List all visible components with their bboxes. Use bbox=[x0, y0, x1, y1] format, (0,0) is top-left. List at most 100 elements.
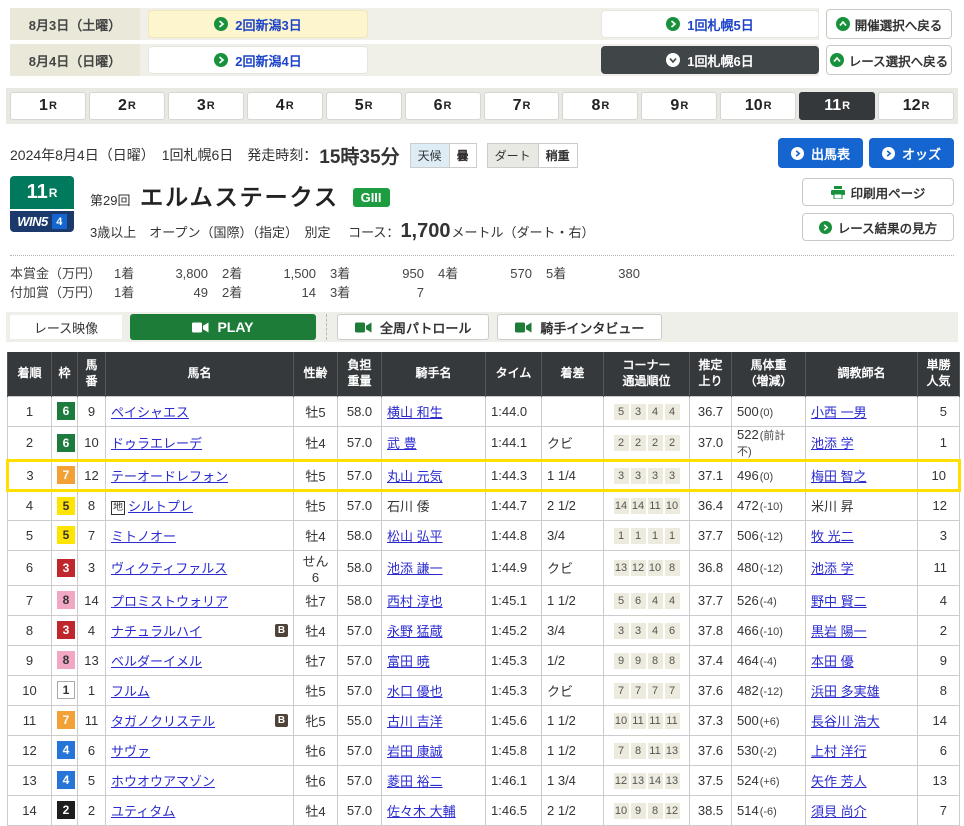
race-tab-2r[interactable]: 2R bbox=[89, 92, 165, 120]
trainer-link[interactable]: 本田 優 bbox=[811, 654, 854, 669]
how-to-read-results-button[interactable]: レース結果の見方 bbox=[802, 213, 954, 241]
jockey-link[interactable]: 古川 吉洋 bbox=[387, 714, 443, 729]
corner-position: 3 bbox=[665, 468, 680, 484]
trainer-link[interactable]: 牧 光二 bbox=[811, 529, 854, 544]
horse-link[interactable]: サヴァ bbox=[111, 744, 150, 759]
trainer-link[interactable]: 浜田 多実雄 bbox=[811, 684, 880, 699]
race-tab-1r[interactable]: 1R bbox=[10, 92, 86, 120]
horse-link[interactable]: ミトノオー bbox=[111, 529, 176, 544]
race-tab-9r[interactable]: 9R bbox=[641, 92, 717, 120]
course-distance: 1,700 bbox=[400, 220, 450, 242]
trainer-link[interactable]: 梅田 智之 bbox=[811, 469, 867, 484]
trainer-link[interactable]: 上村 洋行 bbox=[811, 744, 867, 759]
race-tab-5r[interactable]: 5R bbox=[326, 92, 402, 120]
odds-button[interactable]: オッズ bbox=[869, 138, 954, 168]
horse-link[interactable]: ドゥラエレーデ bbox=[111, 436, 202, 451]
horse-link[interactable]: プロミストウォリア bbox=[111, 594, 228, 609]
corner-position: 3 bbox=[648, 468, 663, 484]
jockey-link[interactable]: 松山 弘平 bbox=[387, 529, 443, 544]
race-tab-6r[interactable]: 6R bbox=[405, 92, 481, 120]
race-tab-12r[interactable]: 12R bbox=[878, 92, 954, 120]
win-popularity: 4 bbox=[918, 585, 960, 615]
margin bbox=[542, 396, 604, 426]
jockey-link[interactable]: 西村 淳也 bbox=[387, 594, 443, 609]
print-page-button[interactable]: 印刷用ページ bbox=[802, 178, 954, 206]
trainer-link[interactable]: 池添 学 bbox=[811, 561, 854, 576]
play-button-label: PLAY bbox=[217, 319, 253, 335]
horse-link[interactable]: ユティタム bbox=[111, 804, 175, 819]
race-tab-7r[interactable]: 7R bbox=[484, 92, 560, 120]
frame-badge: 8 bbox=[57, 591, 75, 609]
race-tab-11r[interactable]: 11R bbox=[799, 92, 875, 120]
trainer-cell: 池添 学 bbox=[806, 426, 918, 460]
horse-name-cell: ベルダーイメル bbox=[106, 645, 294, 675]
race-number-tabs: 1R2R3R4R5R6R7R8R9R10R11R12R bbox=[6, 88, 958, 124]
entries-button[interactable]: 出馬表 bbox=[778, 138, 863, 168]
body-weight: 472 bbox=[737, 498, 759, 513]
play-button[interactable]: PLAY bbox=[130, 314, 316, 340]
jockey-link[interactable]: 岩田 康誠 bbox=[387, 744, 443, 759]
trainer-cell: 野中 賢二 bbox=[806, 585, 918, 615]
trainer-link[interactable]: 小西 一男 bbox=[811, 405, 867, 420]
horse-link[interactable]: ナチュラルハイ bbox=[111, 624, 202, 639]
race-tab-4r[interactable]: 4R bbox=[247, 92, 323, 120]
frame-number-cell: 5 bbox=[52, 490, 78, 520]
weather-value: 曇 bbox=[449, 144, 476, 167]
jockey-link[interactable]: 永野 猛蔵 bbox=[387, 624, 443, 639]
corner-positions: 3346 bbox=[604, 615, 690, 645]
horse-link[interactable]: ヴィクティファルス bbox=[111, 561, 227, 576]
jockey-link[interactable]: 佐々木 大輔 bbox=[387, 804, 456, 819]
date-label-sunday: 8月4日（日曜） bbox=[10, 44, 140, 76]
trainer-link[interactable]: 野中 賢二 bbox=[811, 594, 867, 609]
win-popularity: 5 bbox=[918, 396, 960, 426]
jockey-cell: 横山 和生 bbox=[382, 396, 486, 426]
jockey-link[interactable]: 横山 和生 bbox=[387, 405, 443, 420]
meeting-button-niigata-day3[interactable]: 2回新潟3日 bbox=[148, 10, 368, 38]
horse-number: 6 bbox=[78, 735, 106, 765]
jockey-link[interactable]: 池添 謙一 bbox=[387, 561, 443, 576]
horse-link[interactable]: ペイシャエス bbox=[111, 405, 189, 420]
jockey-interview-button[interactable]: 騎手インタビュー bbox=[497, 314, 662, 340]
patrol-video-button[interactable]: 全周パトロール bbox=[337, 314, 489, 340]
column-header: 推定 上り bbox=[690, 352, 732, 396]
horse-link[interactable]: タガノクリステル bbox=[111, 714, 215, 729]
jockey-link[interactable]: 水口 優也 bbox=[387, 684, 443, 699]
trainer-link[interactable]: 黒岩 陽一 bbox=[811, 624, 867, 639]
back-to-meeting-select-button[interactable]: 開催選択へ戻る bbox=[826, 9, 952, 39]
meeting-button-sapporo-day6-selected[interactable]: 1回札幌6日 bbox=[601, 46, 819, 74]
trainer-link[interactable]: 池添 学 bbox=[811, 436, 854, 451]
trainer-link[interactable]: 須貝 尚介 bbox=[811, 804, 867, 819]
jockey-link[interactable]: 富田 暁 bbox=[387, 654, 430, 669]
win-popularity: 13 bbox=[918, 765, 960, 795]
meeting-button-niigata-day4[interactable]: 2回新潟4日 bbox=[148, 46, 368, 74]
horse-link[interactable]: ベルダーイメル bbox=[111, 654, 202, 669]
race-name: エルムステークス bbox=[140, 184, 339, 210]
horse-link[interactable]: ホウオウアマゾン bbox=[111, 774, 215, 789]
column-header: 調教師名 bbox=[806, 352, 918, 396]
prize-item: 1着49 bbox=[114, 283, 222, 302]
jockey-link[interactable]: 丸山 元気 bbox=[387, 469, 443, 484]
finish-time: 1:44.0 bbox=[486, 396, 542, 426]
column-header: 枠 bbox=[52, 352, 78, 396]
horse-number: 2 bbox=[78, 795, 106, 825]
chevron-up-icon bbox=[836, 17, 850, 31]
prize-item: 3着7 bbox=[330, 283, 438, 302]
sex-age: 牝5 bbox=[294, 705, 338, 735]
trainer-link[interactable]: 長谷川 浩大 bbox=[811, 714, 880, 729]
result-row-3: 3712テーオードレフォン牡557.0丸山 元気1:44.31 1/433333… bbox=[8, 460, 960, 490]
corner-position: 7 bbox=[648, 683, 663, 699]
finish-position: 14 bbox=[8, 795, 52, 825]
trainer-link[interactable]: 矢作 芳人 bbox=[811, 774, 867, 789]
race-tab-10r[interactable]: 10R bbox=[720, 92, 796, 120]
race-tab-3r[interactable]: 3R bbox=[168, 92, 244, 120]
body-weight-cell: 514(-6) bbox=[732, 795, 806, 825]
race-tab-8r[interactable]: 8R bbox=[562, 92, 638, 120]
back-to-race-select-button[interactable]: レース選択へ戻る bbox=[826, 45, 952, 75]
jockey-link[interactable]: 武 豊 bbox=[387, 436, 417, 451]
jockey-link[interactable]: 菱田 裕二 bbox=[387, 774, 443, 789]
horse-link[interactable]: シルトプレ bbox=[128, 499, 193, 514]
horse-link[interactable]: テーオードレフォン bbox=[111, 469, 228, 484]
horse-link[interactable]: フルム bbox=[111, 684, 150, 699]
body-weight: 514 bbox=[737, 803, 759, 818]
meeting-button-sapporo-day5[interactable]: 1回札幌5日 bbox=[601, 10, 819, 38]
